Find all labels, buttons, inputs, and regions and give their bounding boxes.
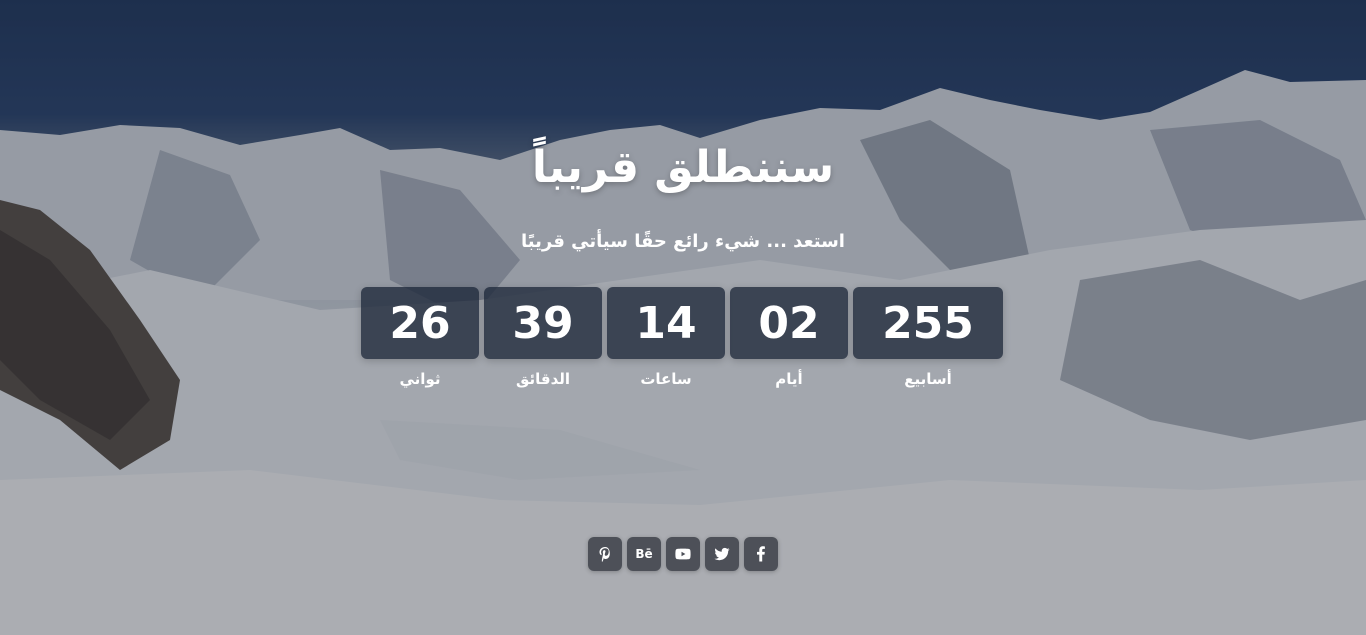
countdown-hours-value: 14 xyxy=(607,287,725,359)
countdown-weeks-label: أسابيع xyxy=(904,370,952,388)
coming-soon-section: سننطلق قريباً استعد ... شيء رائع حقًا سي… xyxy=(0,0,1366,635)
countdown-days: 02 أيام xyxy=(730,287,848,397)
countdown-minutes: 39 الدقائق xyxy=(484,287,602,397)
countdown-seconds: 26 ثواني xyxy=(361,287,479,397)
youtube-link[interactable] xyxy=(666,537,700,571)
countdown-timer: 255 أسابيع 02 أيام 14 ساعات 39 الدقائق 2… xyxy=(361,287,1003,397)
countdown-hours: 14 ساعات xyxy=(607,287,725,397)
twitter-icon xyxy=(714,547,730,561)
page-subtitle: استعد ... شيء رائع حقًا سيأتي قريبًا xyxy=(521,231,845,252)
countdown-days-label: أيام xyxy=(775,370,803,388)
countdown-seconds-value: 26 xyxy=(361,287,479,359)
countdown-days-value: 02 xyxy=(730,287,848,359)
page-title: سننطلق قريباً xyxy=(531,142,835,193)
pinterest-link[interactable] xyxy=(588,537,622,571)
countdown-seconds-label: ثواني xyxy=(399,370,441,388)
countdown-minutes-label: الدقائق xyxy=(515,370,571,388)
countdown-hours-label: ساعات xyxy=(640,370,692,388)
social-links: Bē xyxy=(588,537,778,571)
pinterest-icon xyxy=(599,547,610,562)
twitter-link[interactable] xyxy=(705,537,739,571)
countdown-minutes-value: 39 xyxy=(484,287,602,359)
countdown-weeks: 255 أسابيع xyxy=(853,287,1003,397)
behance-icon: Bē xyxy=(635,547,653,561)
behance-link[interactable]: Bē xyxy=(627,537,661,571)
facebook-icon xyxy=(757,546,765,562)
facebook-link[interactable] xyxy=(744,537,778,571)
youtube-icon xyxy=(675,548,691,560)
countdown-weeks-value: 255 xyxy=(853,287,1003,359)
